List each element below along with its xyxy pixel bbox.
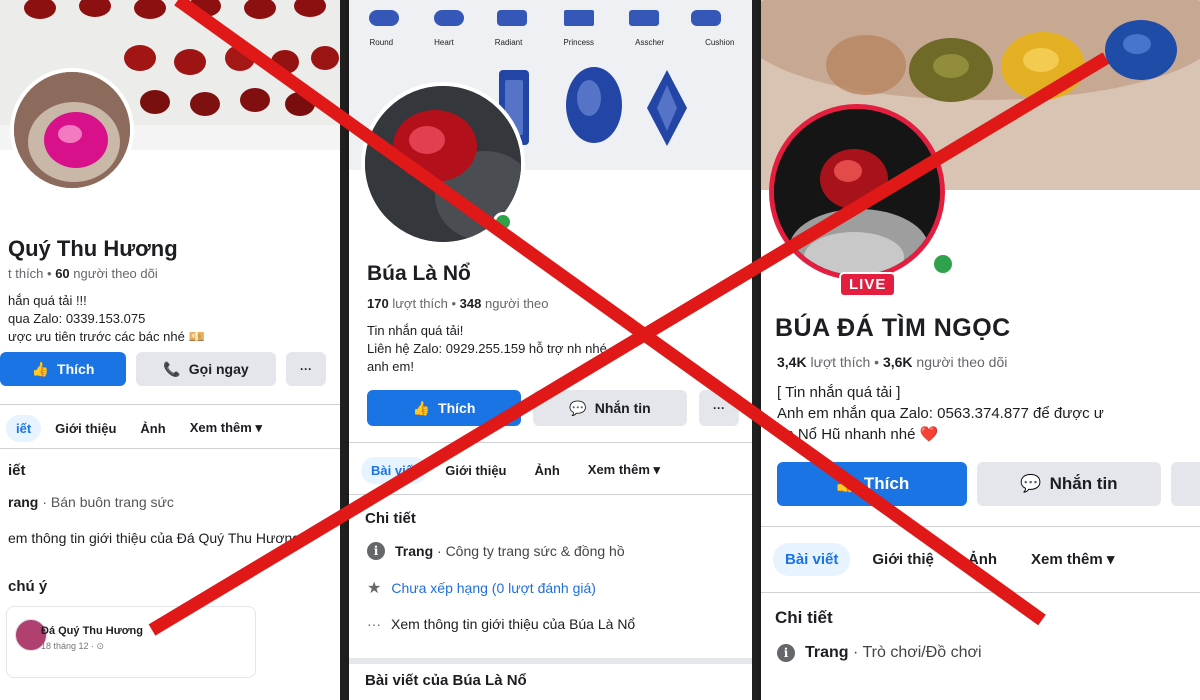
screenshot-collage: Quý Thu Hương t thích • 60 người theo dõ…	[0, 0, 1200, 700]
cross-line-up	[148, 52, 1110, 636]
cross-line-down	[174, 0, 1046, 626]
red-cross-overlay	[148, 0, 1110, 636]
